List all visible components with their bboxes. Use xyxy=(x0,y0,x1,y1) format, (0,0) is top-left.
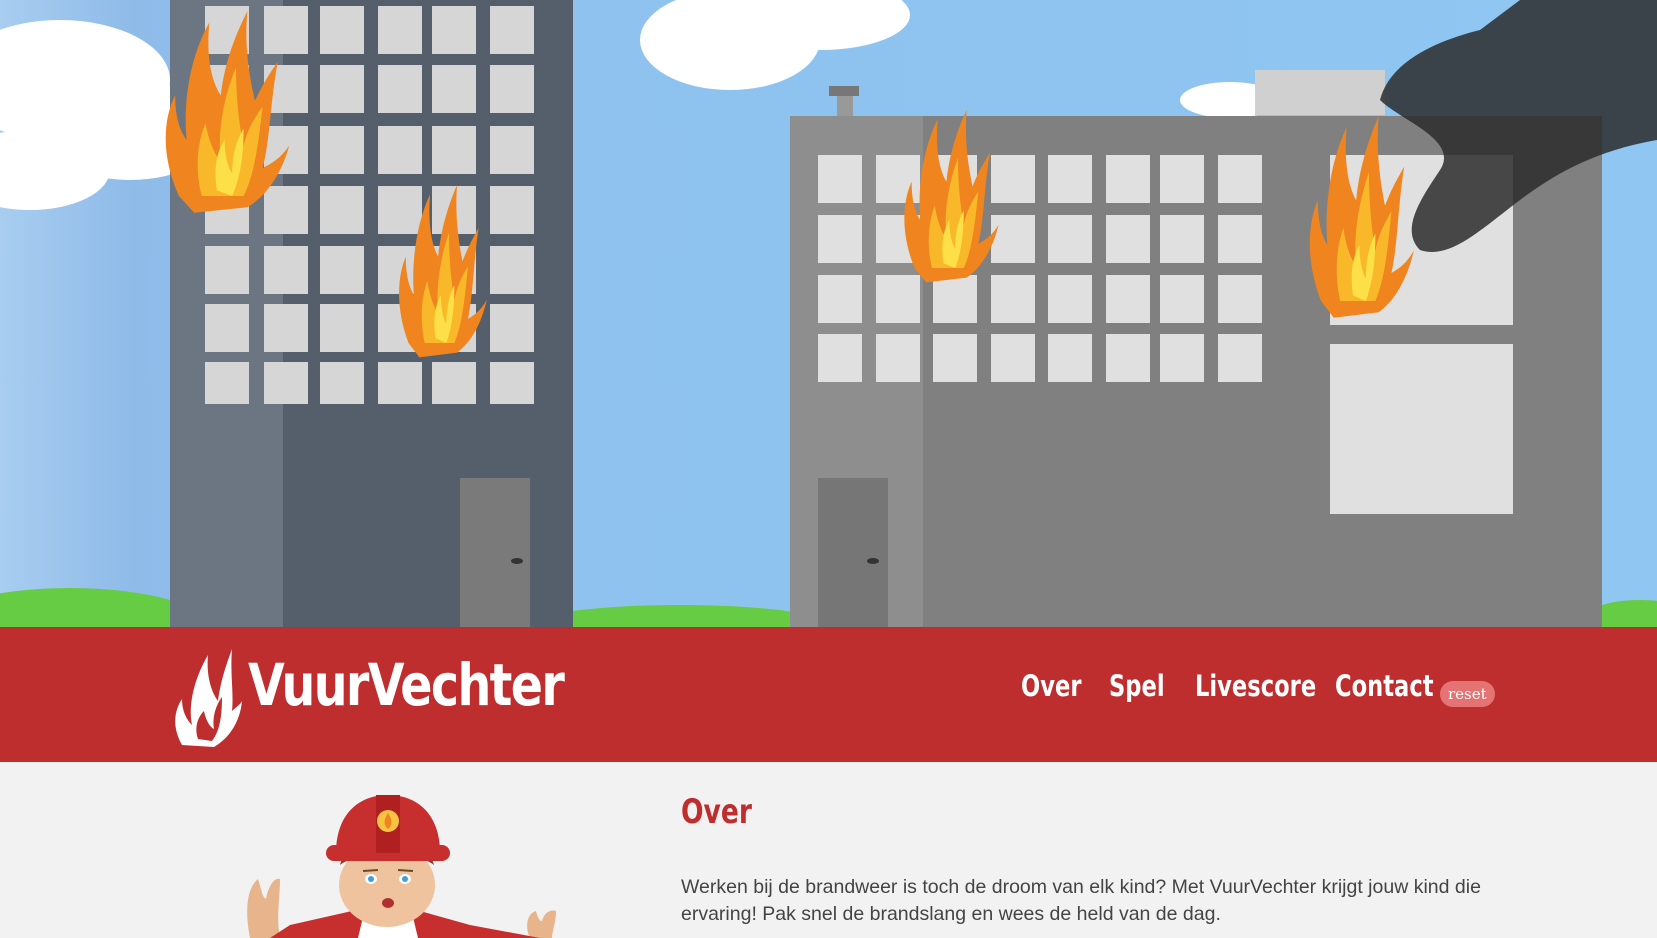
nav-item-livescore[interactable]: Livescore xyxy=(1195,669,1316,703)
navbar: VuurVechter Over Spel Livescore Contact … xyxy=(0,627,1657,762)
hero-illustration xyxy=(0,0,1657,628)
about-section: Over Werken bij de brandweer is toch de … xyxy=(0,762,1657,938)
nav-item-over[interactable]: Over xyxy=(1021,669,1081,703)
fireman-illustration xyxy=(247,795,556,938)
section-paragraph: Werken bij de brandweer is toch de droom… xyxy=(681,876,1481,925)
flame-logo-icon xyxy=(175,649,242,747)
nav-item-contact[interactable]: Contact xyxy=(1335,669,1434,703)
nav-item-spel[interactable]: Spel xyxy=(1109,669,1165,703)
reset-button[interactable]: reset xyxy=(1440,681,1495,707)
brand-logo[interactable]: VuurVechter xyxy=(172,635,565,755)
section-title: Over xyxy=(681,792,752,832)
brand-name: VuurVechter xyxy=(248,651,565,719)
